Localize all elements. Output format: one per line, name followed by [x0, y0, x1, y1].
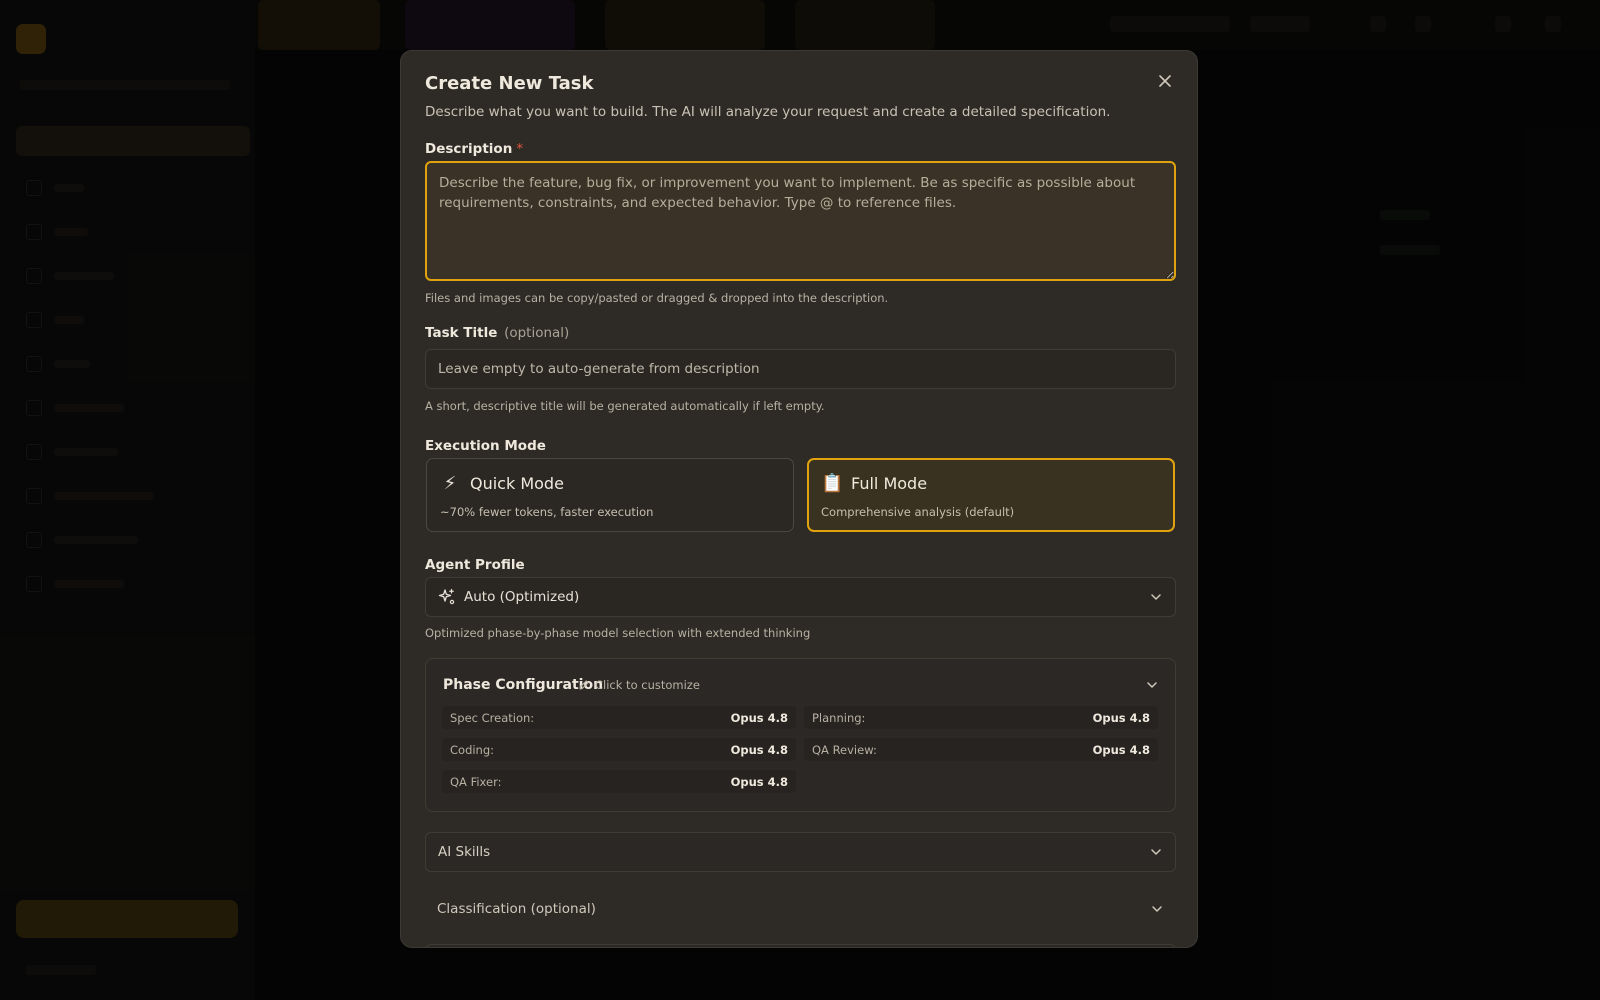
dialog-title: Create New Task — [425, 73, 594, 94]
dialog-subtitle: Describe what you want to build. The AI … — [425, 104, 1111, 120]
full-mode-card[interactable]: 📋 Full Mode Comprehensive analysis (defa… — [807, 458, 1175, 532]
quick-mode-desc: ~70% fewer tokens, faster execution — [440, 505, 654, 519]
phase-name: Spec Creation: — [450, 710, 535, 725]
phase-model: Opus 4.8 — [1092, 710, 1150, 725]
agent-profile-label: Agent Profile — [425, 557, 525, 573]
agent-profile-select[interactable]: Auto (Optimized) — [425, 577, 1176, 617]
task-title-label: Task Title (optional) — [425, 325, 569, 341]
ai-skills-toggle[interactable]: AI Skills — [425, 832, 1176, 872]
create-task-dialog: Create New Task Describe what you want t… — [400, 50, 1198, 948]
phase-model: Opus 4.8 — [1092, 742, 1150, 757]
optional-mark: (optional) — [504, 325, 570, 341]
phase-model: Opus 4.8 — [730, 710, 788, 725]
chevron-down-icon — [1151, 849, 1161, 855]
quick-mode-header: ⚡ Quick Mode — [440, 473, 564, 494]
full-mode-desc: Comprehensive analysis (default) — [821, 505, 1015, 519]
required-mark: * — [516, 141, 524, 157]
quick-mode-title: Quick Mode — [470, 474, 564, 493]
clipboard-icon: 📋 — [821, 473, 844, 494]
agent-profile-value: Auto (Optimized) — [464, 589, 580, 605]
chevron-down-icon[interactable] — [1145, 678, 1159, 692]
description-label-text: Description — [425, 141, 513, 157]
agent-profile-help: Optimized phase-by-phase model selection… — [425, 626, 811, 640]
task-title-label-text: Task Title — [425, 325, 498, 341]
customize-label: Click to customize — [595, 678, 700, 692]
phase-name: QA Review: — [812, 742, 877, 757]
ai-skills-label: AI Skills — [438, 844, 491, 860]
phase-model: Opus 4.8 — [730, 742, 788, 757]
phase-row-qa-review: QA Review: Opus 4.8 — [804, 738, 1158, 761]
phase-row-planning: Planning: Opus 4.8 — [804, 706, 1158, 729]
phase-name: Planning: — [812, 710, 866, 725]
quick-mode-card[interactable]: ⚡ Quick Mode ~70% fewer tokens, faster e… — [426, 458, 794, 532]
full-mode-title: Full Mode — [851, 474, 928, 493]
classification-label: Classification (optional) — [437, 901, 596, 917]
phase-name: QA Fixer: — [450, 774, 502, 789]
lightning-icon: ⚡ — [443, 473, 457, 494]
full-mode-header: 📋 Full Mode — [821, 473, 927, 494]
description-label: Description * — [425, 141, 523, 157]
phase-model: Opus 4.8 — [730, 774, 788, 789]
sparkles-icon — [438, 588, 455, 605]
next-section-partial — [425, 944, 1176, 947]
phase-row-coding: Coding: Opus 4.8 — [442, 738, 796, 761]
task-title-input[interactable] — [425, 349, 1176, 389]
description-textarea[interactable] — [425, 161, 1176, 281]
task-title-help: A short, descriptive title will be gener… — [425, 399, 825, 413]
customize-phases-button[interactable]: Click to customize — [578, 678, 700, 692]
close-button[interactable] — [1153, 69, 1177, 93]
close-icon — [1159, 75, 1171, 87]
phase-row-qa-fixer: QA Fixer: Opus 4.8 — [442, 770, 796, 793]
phase-configuration-panel: Phase Configuration Click to customize S… — [425, 658, 1176, 812]
execution-mode-label: Execution Mode — [425, 438, 546, 454]
chevron-down-icon — [1151, 594, 1161, 600]
chevron-down-icon — [1152, 906, 1162, 912]
classification-toggle[interactable]: Classification (optional) — [425, 889, 1176, 929]
description-help: Files and images can be copy/pasted or d… — [425, 291, 889, 305]
pencil-icon — [579, 680, 589, 690]
phase-name: Coding: — [450, 742, 495, 757]
phase-row-spec-creation: Spec Creation: Opus 4.8 — [442, 706, 796, 729]
